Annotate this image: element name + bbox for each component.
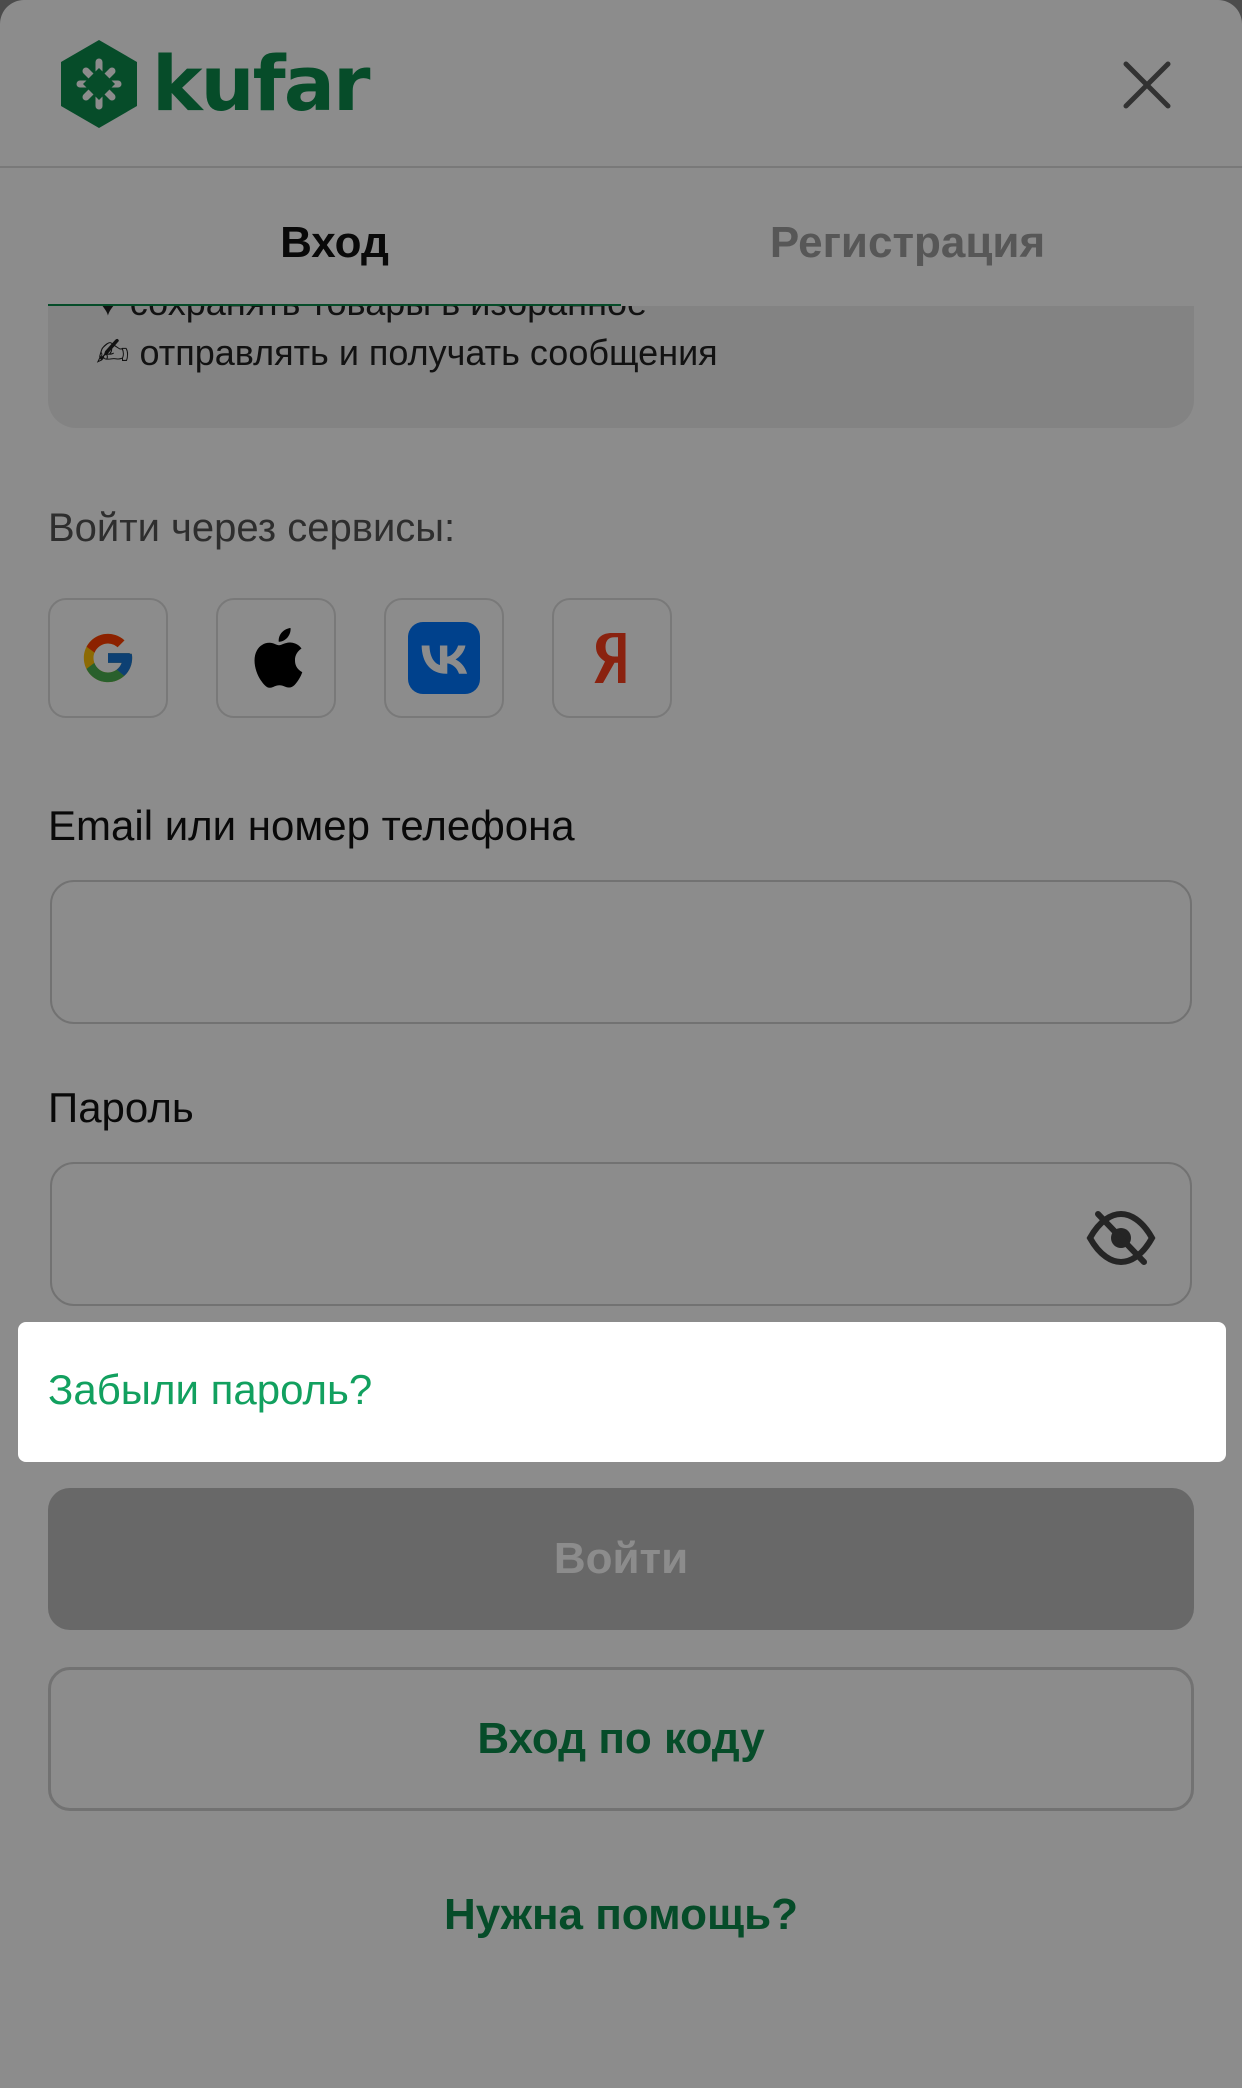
- forgot-password-link[interactable]: Забыли пароль?: [48, 1366, 372, 1414]
- dim-overlay: [0, 0, 1242, 2088]
- highlighted-forgot-password: Забыли пароль?: [18, 1322, 1226, 1462]
